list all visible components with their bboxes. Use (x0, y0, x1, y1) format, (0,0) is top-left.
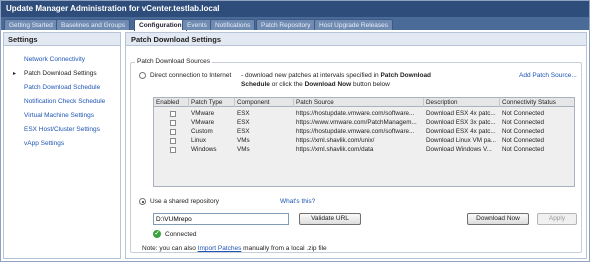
connected-check-icon: ✓ (153, 230, 161, 238)
column-header-component[interactable]: Component (235, 98, 294, 107)
tab-notifications[interactable]: Notifications (210, 19, 256, 30)
row-enabled-checkbox[interactable] (170, 147, 176, 153)
shared-repository-label: Use a shared repository (150, 198, 220, 205)
cell-patch-source: https://www.vmware.com/PatchManagem... (296, 119, 417, 126)
sidebar-item-patch-download-settings[interactable]: Patch Download Settings (24, 70, 97, 77)
cell-patch-type: VMware (191, 110, 215, 117)
sidebar-item-vapp-settings[interactable]: vApp Settings (24, 140, 64, 147)
direct-desc-bold-1: Patch Download (380, 72, 432, 79)
note-suffix: manually from a local .zip file (241, 245, 327, 252)
sidebar-header: Settings (4, 33, 120, 46)
cell-patch-source: https://xml.shavlik.com/unix/ (296, 137, 375, 144)
row-enabled-checkbox[interactable] (170, 120, 176, 126)
cell-description: Download Linux VM pa... (426, 137, 497, 144)
tab-patch-repository[interactable]: Patch Repository (256, 19, 316, 30)
cell-patch-type: Custom (191, 128, 213, 135)
cell-patch-source: https://xml.shavlik.com/data (296, 146, 374, 153)
tab-configuration[interactable]: Configuration (134, 19, 187, 31)
column-header-enabled[interactable]: Enabled (154, 98, 189, 107)
cell-connectivity-status: Not Connected (502, 110, 545, 117)
direct-connection-desc-line2: Schedule or click the Download Now butto… (241, 81, 390, 88)
shared-repository-radio[interactable] (139, 198, 146, 205)
cell-description: Download ESX 4x patc... (426, 128, 496, 135)
window-title: Update Manager Administration for vCente… (1, 1, 589, 17)
cell-connectivity-status: Not Connected (502, 119, 545, 126)
column-header-patch-source[interactable]: Patch Source (294, 98, 424, 107)
sidebar-item-esx-host-cluster-settings[interactable]: ESX Host/Cluster Settings (24, 126, 100, 133)
shared-repository-path-input[interactable] (153, 213, 289, 225)
note-prefix: Note: you can also (142, 245, 198, 252)
direct-desc-mid: or click the (269, 81, 305, 88)
sidebar-item-network-connectivity[interactable]: Network Connectivity (24, 56, 85, 63)
sidebar-item-virtual-machine-settings[interactable]: Virtual Machine Settings (24, 112, 94, 119)
direct-connection-label: Direct connection to Internet (150, 72, 232, 79)
app-window: Update Manager Administration for vCente… (0, 0, 590, 262)
group-legend: Patch Download Sources (135, 58, 212, 65)
active-item-bullet-icon: ▸ (13, 71, 17, 77)
tab-baselines-and-groups[interactable]: Baselines and Groups (56, 19, 130, 30)
settings-sidebar: Settings Network Connectivity ▸ Patch Do… (3, 32, 121, 259)
cell-component: ESX (237, 110, 250, 117)
apply-button[interactable]: Apply (537, 213, 577, 225)
row-enabled-checkbox[interactable] (170, 129, 176, 135)
column-header-description[interactable]: Description (424, 98, 500, 107)
direct-desc-suffix: button below (351, 81, 390, 88)
row-enabled-checkbox[interactable] (170, 111, 176, 117)
cell-patch-source: https://hostupdate.vmware.com/software..… (296, 128, 415, 135)
cell-connectivity-status: Not Connected (502, 146, 545, 153)
cell-component: ESX (237, 119, 250, 126)
cell-patch-type: VMware (191, 119, 215, 126)
connected-status-label: Connected (165, 231, 197, 238)
patch-download-sources-group: Patch Download Sources Direct connection… (130, 58, 582, 253)
main-panel: Patch Download Settings Patch Download S… (125, 32, 587, 259)
direct-desc-bold-2: Schedule (241, 81, 270, 88)
row-enabled-checkbox[interactable] (170, 138, 176, 144)
tab-strip: Getting Started Baselines and Groups Con… (1, 17, 589, 31)
column-header-connectivity-status[interactable]: Connectivity Status (500, 98, 574, 107)
cell-connectivity-status: Not Connected (502, 128, 545, 135)
sidebar-item-notification-check-schedule[interactable]: Notification Check Schedule (24, 98, 105, 105)
cell-description: Download ESX 4x patc... (426, 110, 496, 117)
cell-connectivity-status: Not Connected (502, 137, 545, 144)
table-header-row: Enabled Patch Type Component Patch Sourc… (154, 98, 574, 107)
add-patch-source-link[interactable]: Add Patch Source... (519, 72, 577, 79)
cell-component: VMs (237, 146, 250, 153)
cell-patch-type: Windows (191, 146, 217, 153)
sidebar-item-patch-download-schedule[interactable]: Patch Download Schedule (24, 84, 100, 91)
import-patches-link[interactable]: Import Patches (198, 245, 242, 252)
tab-host-upgrade-releases[interactable]: Host Upgrade Releases (314, 19, 394, 30)
column-header-patch-type[interactable]: Patch Type (189, 98, 235, 107)
download-now-button[interactable]: Download Now (467, 213, 529, 225)
cell-component: VMs (237, 137, 250, 144)
direct-desc-bold-3: Download Now (304, 81, 352, 88)
page-title: Patch Download Settings (126, 33, 586, 46)
direct-connection-desc-line1: - download new patches at intervals spec… (241, 72, 431, 79)
whats-this-link[interactable]: What's this? (280, 198, 315, 205)
cell-patch-source: https://hostupdate.vmware.com/software..… (296, 110, 415, 117)
tab-getting-started[interactable]: Getting Started (4, 19, 58, 30)
direct-desc-prefix: - download new patches at intervals spec… (241, 72, 381, 79)
tab-events[interactable]: Events (182, 19, 212, 30)
cell-description: Download ESX 3x patc... (426, 119, 496, 126)
cell-description: Download Windows V... (426, 146, 492, 153)
direct-connection-radio[interactable] (139, 72, 146, 79)
cell-patch-type: Linux (191, 137, 207, 144)
patch-sources-table: Enabled Patch Type Component Patch Sourc… (153, 97, 575, 187)
import-patches-note: Note: you can also Import Patches manual… (142, 245, 327, 252)
cell-component: ESX (237, 128, 250, 135)
validate-url-button[interactable]: Validate URL (299, 213, 361, 225)
